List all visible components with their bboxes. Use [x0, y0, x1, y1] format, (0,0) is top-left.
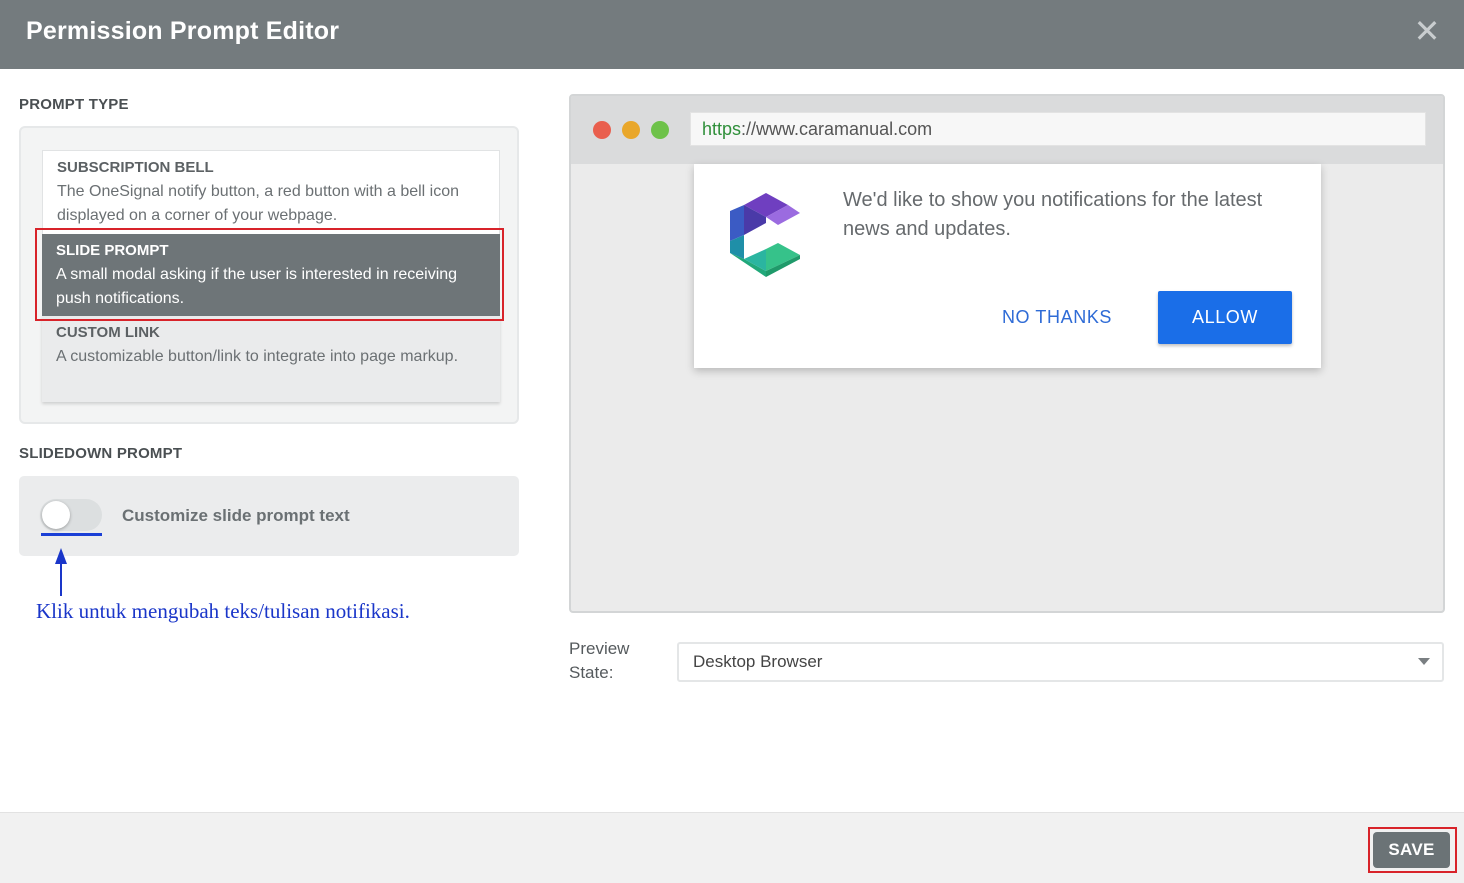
customize-text-toggle[interactable] [40, 499, 102, 531]
browser-preview: https://www.caramanual.com We'd like to … [569, 94, 1445, 613]
customize-text-label: Customize slide prompt text [122, 506, 350, 525]
slide-prompt-modal: We'd like to show you notifications for … [694, 164, 1321, 368]
slidedown-settings-panel: Customize slide prompt text [19, 476, 519, 556]
prompt-option-custom-link[interactable]: CUSTOM LINK A customizable button/link t… [42, 316, 500, 402]
annotation-text: Klik untuk mengubah teks/tulisan notifik… [36, 599, 410, 623]
toggle-knob [42, 501, 70, 529]
editor-title: Permission Prompt Editor [26, 17, 340, 45]
editor-titlebar: Permission Prompt Editor ✕ [0, 0, 1464, 69]
window-close-dot-icon [593, 121, 611, 139]
url-bar: https://www.caramanual.com [690, 112, 1426, 146]
prompt-option-title: SLIDE PROMPT [56, 242, 169, 259]
slidedown-prompt-heading: SLIDEDOWN PROMPT [19, 445, 183, 462]
prompt-option-subscription-bell[interactable]: SUBSCRIPTION BELL The OneSignal notify b… [42, 150, 500, 234]
preview-state-label: Preview State: [569, 639, 630, 682]
preview-state-value: Desktop Browser [693, 652, 823, 671]
url-scheme: https [702, 119, 742, 139]
prompt-type-list: SUBSCRIPTION BELL The OneSignal notify b… [19, 126, 519, 424]
editor-footer [0, 812, 1464, 883]
prompt-type-heading: PROMPT TYPE [19, 96, 129, 113]
annotation-underline [41, 533, 102, 536]
close-icon[interactable]: ✕ [1410, 14, 1444, 48]
window-minimize-dot-icon [622, 121, 640, 139]
prompt-message: We'd like to show you notifications for … [843, 189, 1263, 240]
prompt-option-slide-prompt[interactable]: SLIDE PROMPT A small modal asking if the… [42, 234, 500, 316]
prompt-option-title: SUBSCRIPTION BELL [57, 159, 214, 176]
caramanual-logo-icon [730, 193, 800, 277]
prompt-option-description: The OneSignal notify button, a red butto… [57, 183, 460, 224]
prompt-option-description: A customizable button/link to integrate … [56, 348, 459, 365]
prompt-option-title: CUSTOM LINK [56, 324, 160, 341]
browser-toolbar: https://www.caramanual.com [571, 96, 1443, 164]
no-thanks-button[interactable]: NO THANKS [986, 292, 1128, 342]
url-host: ://www.caramanual.com [741, 119, 933, 139]
window-maximize-dot-icon [651, 121, 669, 139]
chevron-down-icon [1418, 658, 1430, 665]
preview-state-select[interactable]: Desktop Browser [677, 642, 1444, 682]
annotation-arrow-icon [55, 548, 67, 596]
save-button[interactable]: SAVE [1373, 832, 1450, 868]
prompt-option-description: A small modal asking if the user is inte… [56, 266, 458, 307]
allow-button[interactable]: ALLOW [1158, 291, 1292, 344]
